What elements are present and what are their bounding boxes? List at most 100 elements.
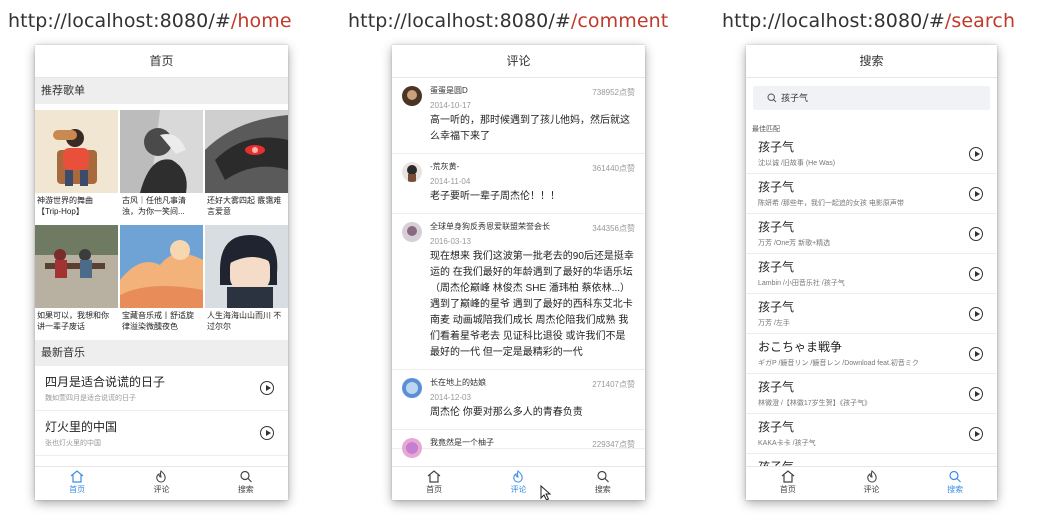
result-title: 孩子气: [758, 140, 795, 154]
search-icon: [949, 470, 962, 483]
playlist-cover: [205, 225, 288, 308]
play-icon[interactable]: [260, 381, 274, 395]
play-icon[interactable]: [260, 426, 274, 440]
tab-comment[interactable]: 评论: [830, 467, 914, 500]
tab-label: 首页: [779, 485, 796, 494]
result-item[interactable]: 孩子气 Lambin /小田音乐社 /孩子气: [746, 254, 997, 294]
url-comment: http://localhost:8080/#/comment: [348, 10, 668, 32]
comment-likes: 229347点赞: [592, 440, 635, 449]
result-subtitle: Lambin /小田音乐社 /孩子气: [758, 280, 845, 287]
avatar: [402, 162, 422, 182]
tab-label: 搜索: [947, 485, 964, 494]
tab-bar: 首页 评论 搜索: [35, 466, 288, 500]
home-icon: [427, 470, 441, 483]
result-subtitle: ギガP /鏡音リン /鏡音レン /Download feat.初音ミク: [758, 360, 919, 367]
comment-likes: 361440点赞: [592, 164, 635, 173]
tab-comment[interactable]: 评论: [119, 467, 203, 500]
result-item[interactable]: 孩子气 万芳 /One芳 新歌+精选: [746, 214, 997, 254]
play-icon[interactable]: [969, 187, 983, 201]
fire-icon: [156, 470, 167, 483]
result-title: 孩子气: [758, 260, 795, 274]
song-title: 四月是适合说谎的日子: [45, 375, 166, 389]
search-screen: 搜索 孩子气 最佳匹配 孩子气 沈以诚 /旧故事 (He Was) 孩子气 陈妍希 …: [746, 45, 997, 500]
avatar: [402, 222, 422, 242]
search-icon: [767, 93, 777, 103]
tab-search[interactable]: 搜索: [204, 467, 288, 500]
result-subtitle: 林微澄 /【林徽17岁生贺】《孩子气》: [758, 400, 872, 407]
tab-label: 评论: [153, 485, 170, 494]
recommend-section-title: 推荐歌单: [35, 78, 288, 104]
playlist-caption: 古风｜任他凡事清浊，为你一笑间...: [122, 196, 186, 216]
playlist-cover: [35, 110, 118, 193]
tab-search[interactable]: 搜索: [561, 467, 645, 500]
playlist-card[interactable]: 神游世界的舞曲【Trip-Hop】: [35, 110, 118, 225]
comment-date: 2014-10-17: [430, 101, 471, 110]
tab-label: 评论: [863, 485, 880, 494]
playlist-card[interactable]: 宝藏音乐戒丨舒适旋律溢染微醺夜色: [120, 225, 203, 340]
page-title: 评论: [392, 45, 645, 78]
tab-home[interactable]: 首页: [746, 467, 830, 500]
tab-home[interactable]: 首页: [392, 467, 476, 500]
play-icon[interactable]: [969, 307, 983, 321]
playlist-cover: [120, 110, 203, 193]
comment-text: 周杰伦 你要对那么多人的青春负责: [430, 407, 583, 418]
comment-item: 我竟然是一个柚子 229347点赞: [392, 430, 645, 458]
result-item[interactable]: 孩子气 KAKA卡卡 /孩子气: [746, 414, 997, 454]
play-icon[interactable]: [969, 147, 983, 161]
result-item[interactable]: 孩子气林微澄 /【林徽17岁生贺】《孩子气》: [746, 374, 997, 414]
comment-likes: 344356点赞: [592, 224, 635, 233]
search-icon: [240, 470, 252, 483]
song-subtitle: 魏如萱四月是适合说谎的日子: [45, 395, 136, 402]
result-title: 孩子气: [758, 380, 795, 394]
play-icon[interactable]: [969, 347, 983, 361]
playlist-caption: 宝藏音乐戒丨舒适旋律溢染微醺夜色: [122, 311, 194, 331]
tab-home[interactable]: 首页: [35, 467, 119, 500]
comment-list: 蛋蛋是圆D 738952点赞 2014-10-17 高一听的，那时候遇到了孩儿他…: [392, 78, 645, 458]
play-icon[interactable]: [969, 427, 983, 441]
url-base: http://localhost:8080/#: [348, 10, 571, 32]
avatar: [402, 438, 422, 458]
playlist-caption: 还好大雾四起 霰霭难言爱意: [207, 196, 282, 216]
playlist-card[interactable]: 古风｜任他凡事清浊，为你一笑间...: [120, 110, 203, 225]
result-title: おこちゃま戦争: [758, 340, 843, 354]
tab-label: 首页: [426, 485, 443, 494]
search-input[interactable]: 孩子气: [753, 86, 990, 110]
page-title: 搜索: [746, 45, 997, 78]
url-base: http://localhost:8080/#: [8, 10, 231, 32]
page-title: 首页: [35, 45, 288, 78]
play-icon[interactable]: [969, 267, 983, 281]
url-route: /comment: [570, 10, 669, 32]
comment-likes: 738952点赞: [592, 88, 635, 97]
playlist-card[interactable]: 如果可以，我想和你讲一辈子废话: [35, 225, 118, 340]
best-match-label: 最佳匹配: [752, 126, 780, 133]
play-icon[interactable]: [969, 387, 983, 401]
playlist-card[interactable]: 人生海海山山而川 不过尔尔: [205, 225, 288, 340]
comment-date: 2014-12-03: [430, 393, 471, 402]
result-item[interactable]: 孩子气 陈妍希 /那些年，我们一起追的女孩 电影原声带: [746, 174, 997, 214]
playlist-caption: 神游世界的舞曲【Trip-Hop】: [37, 196, 93, 216]
playlist-card[interactable]: 还好大雾四起 霰霭难言爱意: [205, 110, 288, 225]
result-item[interactable]: 孩子气 沈以诚 /旧故事 (He Was): [746, 134, 997, 174]
song-item[interactable]: 四月是适合说谎的日子 魏如萱四月是适合说谎的日子: [35, 366, 288, 411]
result-item[interactable]: 孩子气 万芳 /左手: [746, 294, 997, 334]
song-subtitle: 张也灯火里的中国: [45, 440, 101, 447]
play-icon[interactable]: [969, 227, 983, 241]
tab-search[interactable]: 搜索: [913, 467, 997, 500]
tab-label: 搜索: [237, 485, 254, 494]
comment-item: 长在地上的姑娘 271407点赞 2014-12-03 周杰伦 你要对那么多人的…: [392, 370, 645, 430]
result-title: 孩子气: [758, 300, 795, 314]
comment-text: 高一听的，那时候遇到了孩儿他妈，然后就这么幸福下来了: [430, 115, 630, 142]
avatar: [402, 86, 422, 106]
latest-section-title: 最新音乐: [35, 340, 288, 366]
result-subtitle: KAKA卡卡 /孩子气: [758, 440, 816, 447]
result-title: 孩子气: [758, 220, 795, 234]
cursor-icon: [540, 485, 552, 500]
comment-text: 现在想来 我们这波第一批老去的90后还是挺幸运的 在我们最好的年龄遇到了最好的华…: [430, 251, 634, 358]
playlist-cover: [205, 110, 288, 193]
result-subtitle: 陈妍希 /那些年，我们一起追的女孩 电影原声带: [758, 200, 904, 207]
result-list: 孩子气 沈以诚 /旧故事 (He Was) 孩子气 陈妍希 /那些年，我们一起追的女…: [746, 134, 997, 494]
song-item[interactable]: 灯火里的中国 张也灯火里的中国: [35, 411, 288, 456]
search-icon: [597, 470, 609, 483]
tab-bar: 首页 评论 搜索: [392, 466, 645, 500]
result-item[interactable]: おこちゃま戦争ギガP /鏡音リン /鏡音レン /Download feat.初音…: [746, 334, 997, 374]
